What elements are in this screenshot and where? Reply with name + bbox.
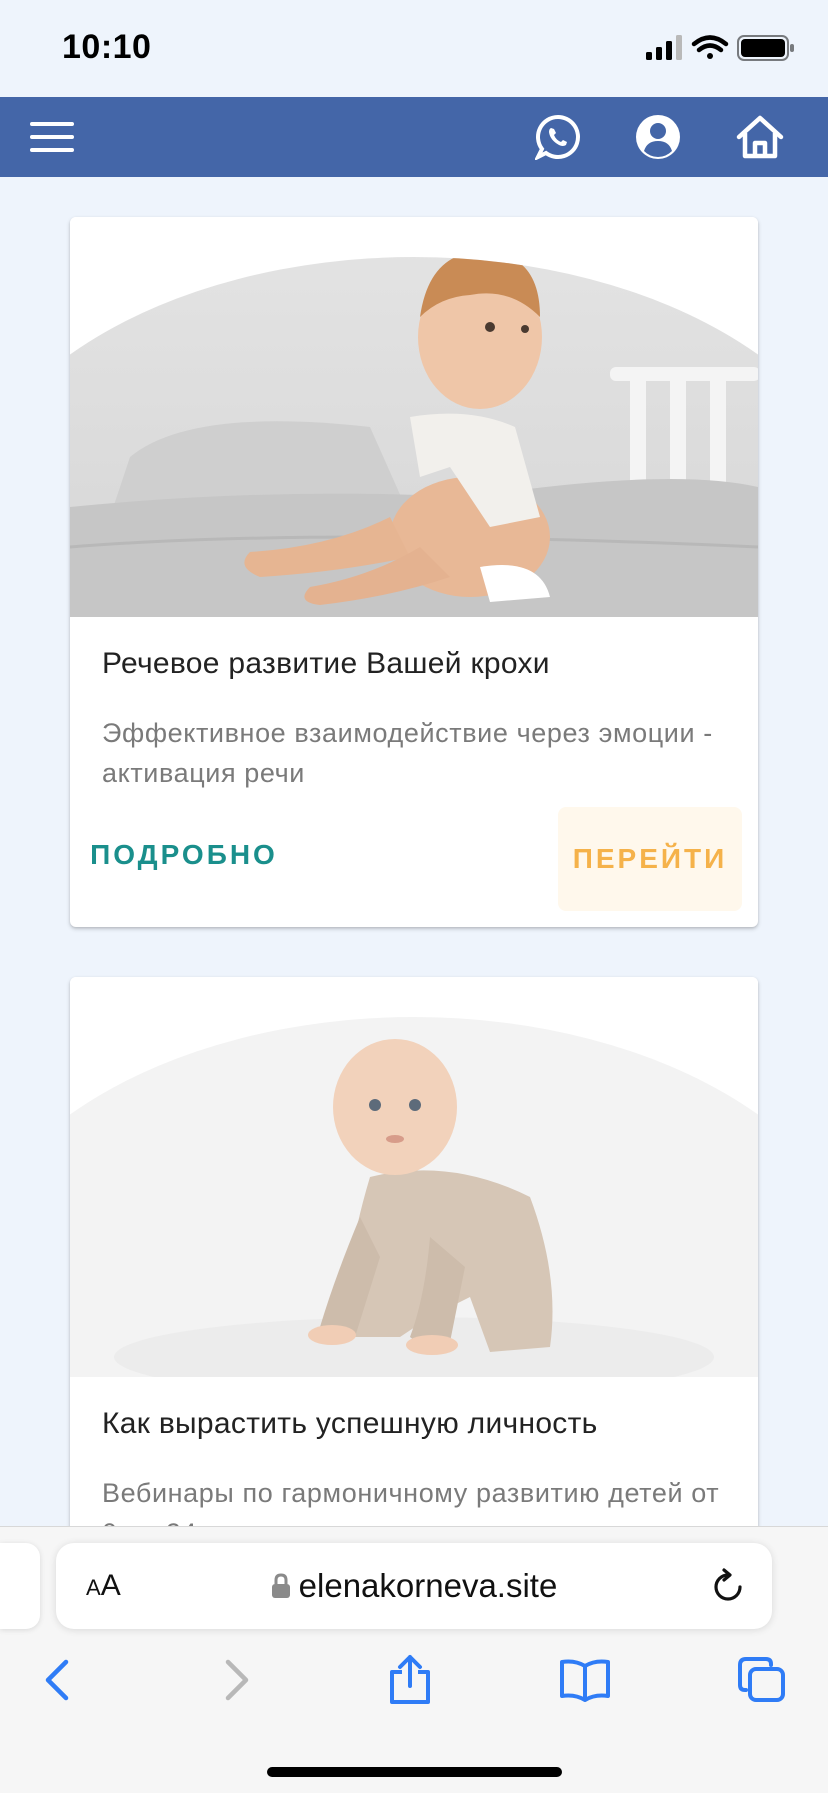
share-icon — [390, 1655, 430, 1704]
hamburger-menu-icon — [30, 122, 74, 152]
chevron-left-icon — [45, 1659, 69, 1701]
tabs-button[interactable] — [732, 1650, 792, 1710]
status-time: 10:10 — [62, 28, 152, 66]
details-button[interactable]: ПОДРОБНО — [84, 805, 284, 905]
book-icon — [560, 1659, 610, 1702]
account-button[interactable] — [630, 97, 686, 177]
menu-button[interactable] — [22, 97, 82, 177]
wifi-icon — [691, 35, 729, 59]
home-icon — [736, 115, 784, 159]
reload-icon — [714, 1568, 742, 1601]
user-circle-icon — [636, 115, 680, 159]
whatsapp-icon — [535, 114, 580, 160]
card-title: Речевое развитие Вашей крохи — [102, 647, 550, 680]
chevron-right-icon — [225, 1659, 249, 1701]
whatsapp-button[interactable] — [530, 97, 586, 177]
course-card-speech: Речевое развитие Вашей крохи Эффективное… — [70, 217, 758, 927]
url-display[interactable]: elenakorneva.site — [56, 1567, 772, 1605]
top-navbar — [0, 97, 828, 177]
card-title: Как вырастить успешную личность — [102, 1407, 598, 1440]
bookmarks-button[interactable] — [555, 1650, 615, 1710]
home-indicator — [267, 1767, 562, 1777]
home-button[interactable] — [730, 97, 790, 177]
go-button[interactable]: ПЕРЕЙТИ — [558, 807, 742, 911]
lock-icon — [271, 1573, 290, 1598]
forward-button[interactable] — [207, 1650, 267, 1710]
card-description: Эффективное взаимодействие через эмоции … — [102, 718, 713, 788]
share-button[interactable] — [380, 1650, 440, 1710]
address-bar[interactable]: AA elenakorneva.site — [56, 1543, 772, 1629]
status-bar: 10:10 — [0, 0, 828, 97]
tabs-icon — [738, 1657, 785, 1702]
url-text: elenakorneva.site — [298, 1567, 558, 1604]
card-image-baby-crawling — [70, 977, 758, 1397]
back-button[interactable] — [27, 1650, 87, 1710]
status-icons — [646, 34, 796, 64]
battery-icon — [737, 35, 794, 61]
card-image-baby-sitting — [70, 217, 758, 617]
previous-tab-peek[interactable] — [0, 1543, 40, 1629]
signal-icon — [646, 35, 682, 60]
reload-button[interactable] — [710, 1567, 746, 1610]
